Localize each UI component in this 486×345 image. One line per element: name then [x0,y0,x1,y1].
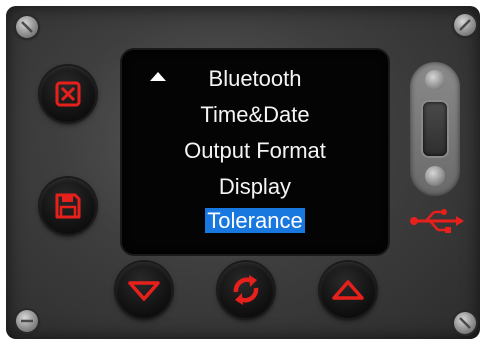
menu-item-bluetooth[interactable]: Bluetooth [122,66,388,92]
menu-item-output-format[interactable]: Output Format [122,138,388,164]
cancel-button[interactable] [40,66,96,122]
menu-item-time-date[interactable]: Time&Date [122,102,388,128]
down-button[interactable] [116,262,172,318]
menu-item-display[interactable]: Display [122,174,388,200]
x-box-icon [55,81,81,107]
enter-button[interactable] [218,262,274,318]
floppy-disk-icon [55,193,81,219]
display-screen: Bluetooth Time&Date Output Format Displa… [122,50,388,254]
screw-icon [16,310,38,332]
screw-icon [454,312,476,334]
port-slot [423,102,447,156]
screw-icon [425,166,445,186]
screw-icon [16,16,38,38]
menu-item-label: Tolerance [205,208,305,233]
triangle-up-icon [332,280,364,300]
menu-item-label: Output Format [184,138,326,163]
data-port-connector [410,62,460,196]
screw-icon [425,70,445,90]
menu-item-tolerance[interactable]: Tolerance [122,208,388,234]
usb-symbol-icon [410,209,464,233]
triangle-down-icon [128,281,160,301]
refresh-cycle-icon [233,275,259,305]
screw-icon [454,14,476,36]
save-button[interactable] [40,178,96,234]
device-panel: Bluetooth Time&Date Output Format Displa… [6,6,480,339]
menu-item-label: Display [218,174,292,199]
up-button[interactable] [320,262,376,318]
menu-item-label: Bluetooth [208,66,302,91]
menu-item-label: Time&Date [200,102,310,127]
